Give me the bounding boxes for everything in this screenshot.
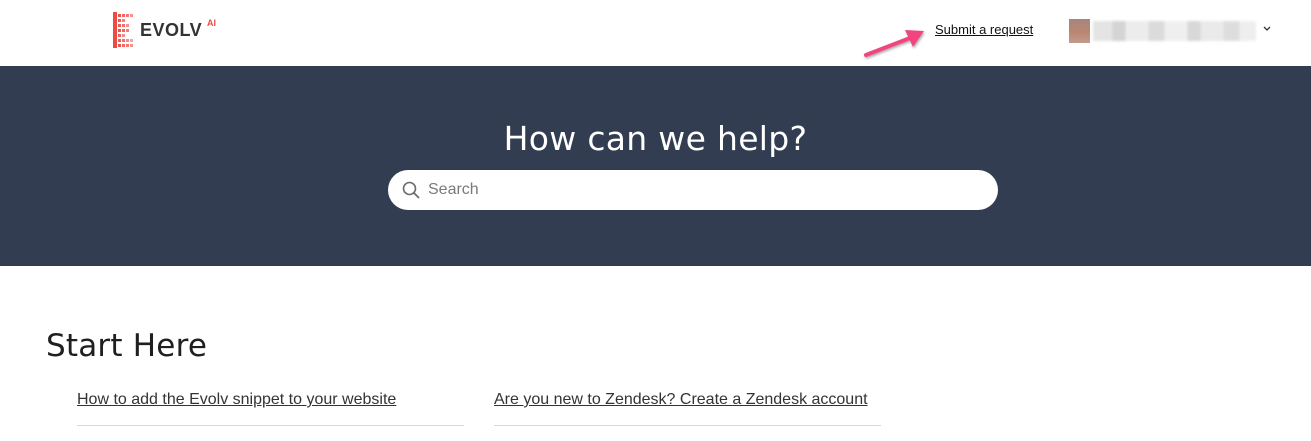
hero-banner: How can we help? (0, 66, 1311, 266)
logo-wordmark: EVOLV (140, 20, 203, 40)
logo-suffix: AI (207, 18, 216, 28)
article-list-item: Are you new to Zendesk? Create a Zendesk… (494, 388, 881, 426)
site-header: EVOLV AI Submit a request (0, 0, 1311, 66)
search-input[interactable] (428, 170, 978, 210)
article-list-item: How to add the Evolv snippet to your web… (77, 388, 464, 426)
evolv-logo[interactable]: EVOLV AI (113, 12, 223, 50)
user-menu[interactable] (1069, 18, 1275, 44)
article-link[interactable]: Are you new to Zendesk? Create a Zendesk… (494, 390, 868, 410)
evolv-logo-mark (113, 12, 133, 48)
search-box[interactable] (388, 170, 998, 210)
submit-request-link[interactable]: Submit a request (935, 22, 1033, 38)
user-avatar (1069, 19, 1090, 43)
article-link[interactable]: How to add the Evolv snippet to your web… (77, 390, 396, 410)
chevron-down-icon (1263, 26, 1271, 31)
hero-title: How can we help? (503, 119, 808, 158)
search-icon (402, 181, 420, 199)
section-title: Start Here (46, 328, 208, 364)
user-name-obscured (1093, 21, 1256, 41)
arrow-annotation-icon (864, 30, 924, 57)
